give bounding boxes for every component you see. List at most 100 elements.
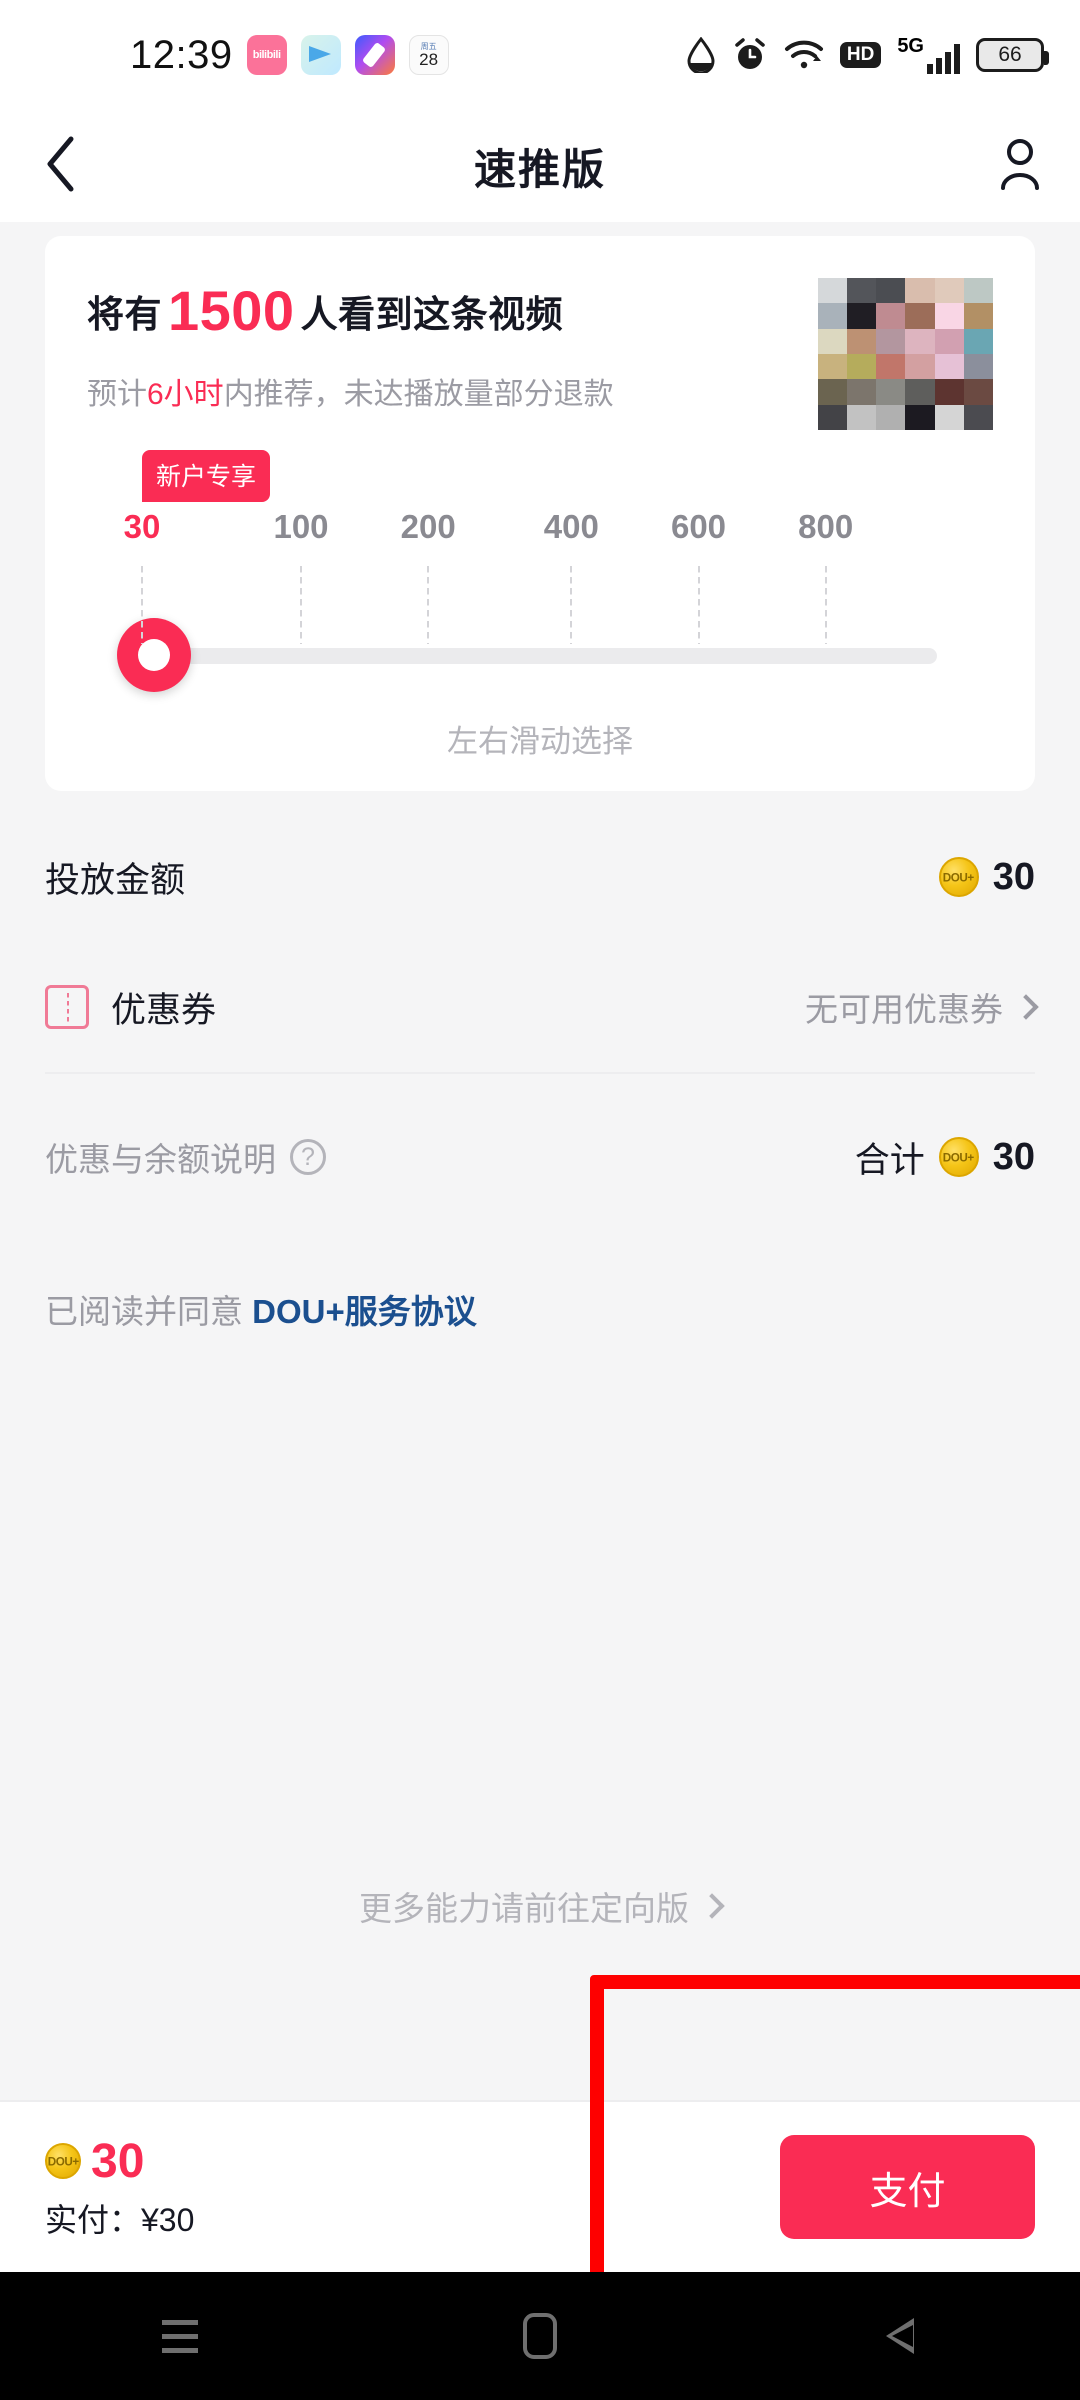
thumbnail-pixel xyxy=(934,278,964,304)
spend-amount-value: 30 xyxy=(992,855,1035,898)
reach-headline-prefix: 将有 xyxy=(87,294,162,335)
thumbnail-pixel xyxy=(905,303,935,329)
reach-subline: 预计6小时内推荐，未达播放量部分退款 xyxy=(87,369,804,413)
recents-button[interactable] xyxy=(120,2296,240,2376)
slider-tick-line xyxy=(570,566,573,644)
slider-tick-100[interactable]: 100 xyxy=(273,508,328,546)
page-content: 将有 1500 人看到这条视频 预计6小时内推荐，未达播放量部分退款 新户专享 30… xyxy=(0,222,1080,2400)
section-divider xyxy=(45,1072,1035,1074)
thumbnail-pixel xyxy=(876,379,906,405)
thumbnail-pixel xyxy=(876,278,906,304)
reach-duration: 6小时 xyxy=(147,378,224,411)
slider-tick-line xyxy=(824,566,827,644)
phone-screen: 12:39 bilibili 周五 28 HD 5G 66 速推版 将有 150… xyxy=(0,0,1080,2400)
thumbnail-pixel xyxy=(847,303,877,329)
pay-button[interactable]: 支付 xyxy=(780,2135,1035,2239)
back-icon xyxy=(886,2318,914,2354)
thumbnail-pixel xyxy=(934,328,964,354)
calendar-day: 28 xyxy=(419,49,439,69)
explain-label: 优惠与余额说明 xyxy=(45,1141,276,1178)
thumbnail-pixel xyxy=(847,404,877,430)
chevron-left-icon xyxy=(43,135,77,198)
coupon-label: 优惠券 xyxy=(111,990,217,1030)
signal-5g-icon: 5G xyxy=(897,36,960,74)
thumbnail-pixel xyxy=(818,278,848,304)
help-question-icon[interactable]: ? xyxy=(290,1139,326,1175)
status-bar-right: HD 5G 66 xyxy=(686,36,1049,74)
pay-summary: DOU+ 30 实付：¥30 xyxy=(45,2134,194,2241)
slider-tick-line xyxy=(300,566,302,644)
total-label: 合计 xyxy=(854,1140,925,1180)
dou-plus-coin-icon: DOU+ xyxy=(938,857,979,897)
thumbnail-pixel xyxy=(963,278,993,304)
thumbnail-pixel xyxy=(847,354,877,380)
thumbnail-pixel xyxy=(876,303,906,329)
thumbnail-pixel xyxy=(876,404,906,430)
thumbnail-pixel xyxy=(905,278,935,304)
reach-headline: 将有 1500 人看到这条视频 xyxy=(87,278,804,343)
person-icon xyxy=(997,138,1043,195)
reach-count: 1500 xyxy=(168,279,295,342)
page-title: 速推版 xyxy=(473,145,606,193)
thumbnail-pixel xyxy=(818,379,848,405)
video-thumbnail[interactable] xyxy=(818,278,993,430)
battery-icon: 66 xyxy=(976,38,1049,72)
water-drop-icon xyxy=(686,37,716,73)
coupon-ticket-icon xyxy=(45,985,89,1029)
thumbnail-pixel xyxy=(905,379,935,405)
spend-amount-row: 投放金额 DOU+ 30 xyxy=(0,822,1080,932)
slider-tick-30[interactable]: 30 xyxy=(124,508,161,546)
slider-tick-labels: 30 100 200 400 600 800 xyxy=(45,508,1035,554)
slider-track[interactable] xyxy=(142,648,937,664)
slider-tick-600[interactable]: 600 xyxy=(671,508,726,546)
pay-amount-row: DOU+ 30 xyxy=(45,2134,194,2189)
app-header: 速推版 xyxy=(0,110,1080,222)
promo-card-head: 将有 1500 人看到这条视频 预计6小时内推荐，未达播放量部分退款 xyxy=(45,236,1035,430)
calendar-app-icon: 周五 28 xyxy=(408,35,449,75)
thumbnail-pixel xyxy=(847,328,877,354)
slider-tick-400[interactable]: 400 xyxy=(544,508,599,546)
recents-icon xyxy=(162,2319,198,2353)
thumbnail-pixel xyxy=(876,328,906,354)
thumbnail-pixel xyxy=(963,379,993,405)
thumbnail-pixel xyxy=(963,303,993,329)
coupon-row[interactable]: 优惠券 无可用优惠券 xyxy=(0,952,1080,1062)
chevron-right-icon xyxy=(1013,994,1039,1020)
thumbnail-pixel xyxy=(818,354,848,380)
spend-amount-right: DOU+ 30 xyxy=(938,855,1035,899)
real-pay-label: 实付：¥30 xyxy=(45,2201,195,2238)
slider-tick-200[interactable]: 200 xyxy=(401,508,456,546)
slider-tick-line xyxy=(427,566,430,644)
more-capabilities-link[interactable]: 更多能力请前往定向版 xyxy=(0,1882,1080,1930)
spend-amount-label: 投放金额 xyxy=(45,860,186,900)
thumbnail-pixel xyxy=(818,328,848,354)
thumbnail-pixel xyxy=(934,354,964,380)
home-button[interactable] xyxy=(480,2296,600,2376)
hd-icon: HD xyxy=(839,42,882,68)
bottom-pay-bar: DOU+ 30 实付：¥30 支付 xyxy=(0,2100,1080,2272)
coupon-value: 无可用优惠券 xyxy=(805,991,1003,1028)
status-bar: 12:39 bilibili 周五 28 HD 5G 66 xyxy=(0,0,1080,110)
agreement-link[interactable]: DOU+服务协议 xyxy=(252,1293,477,1330)
total-right: 合计 DOU+ 30 xyxy=(855,1132,1035,1183)
thumbnail-pixel xyxy=(818,303,848,329)
gradient-app-icon xyxy=(354,35,395,75)
reach-subline-suffix: 内推荐，未达播放量部分退款 xyxy=(223,378,614,411)
chevron-right-icon xyxy=(699,1893,725,1919)
back-button-nav[interactable] xyxy=(840,2296,960,2376)
account-button[interactable] xyxy=(960,138,1080,195)
slider-tick-800[interactable]: 800 xyxy=(798,508,853,546)
network-type-label: 5G xyxy=(897,35,924,57)
thumbnail-pixel xyxy=(818,404,848,430)
more-capabilities-label: 更多能力请前往定向版 xyxy=(359,1890,689,1927)
signal-bars-icon xyxy=(927,44,960,74)
status-bar-left: 12:39 bilibili 周五 28 xyxy=(130,33,449,78)
total-row: 优惠与余额说明 ? 合计 DOU+ 30 xyxy=(0,1102,1080,1212)
android-nav-bar xyxy=(0,2272,1080,2400)
agreement-text: 已阅读并同意 DOU+服务协议 xyxy=(45,1285,477,1333)
bilibili-app-icon-label: bilibili xyxy=(252,49,281,61)
slider-tick-line xyxy=(141,566,143,644)
back-button[interactable] xyxy=(0,135,120,198)
slider-thumb[interactable] xyxy=(117,618,191,692)
coupon-right: 无可用优惠券 xyxy=(805,983,1039,1031)
